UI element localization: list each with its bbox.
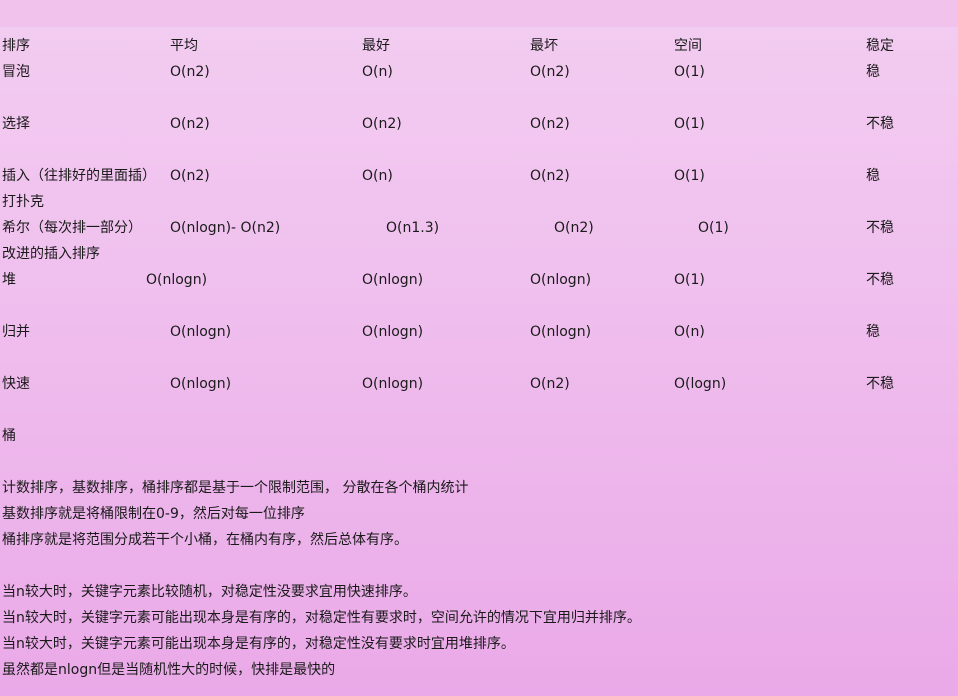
header-sort: 排序 (2, 38, 30, 54)
text-line: 计数排序，基数排序，桶排序都是基于一个限制范围， 分散在各个桶内统计 (2, 480, 469, 496)
row-worst: O(n2) (530, 64, 570, 80)
row-best: O(n) (362, 168, 393, 184)
row-worst: O(n2) (554, 220, 594, 236)
bucket-title: 桶 (2, 428, 16, 444)
row-name: 快速 (2, 376, 30, 392)
row-space: O(1) (674, 272, 705, 288)
row-worst: O(n2) (530, 116, 570, 132)
row-average: O(nlogn)- O(n2) (170, 220, 281, 236)
text-line: 虽然都是nlogn但是当随机性大的时候，快排是最快的 (2, 662, 336, 678)
header-average: 平均 (170, 38, 198, 54)
row-stable: 不稳 (866, 376, 894, 392)
header-space: 空间 (674, 38, 702, 54)
header-stable: 稳定 (866, 38, 894, 54)
row-note: 打扑克 (2, 194, 44, 210)
row-average: O(nlogn) (170, 376, 232, 392)
row-average: O(nlogn) (170, 324, 232, 340)
top-band (0, 0, 958, 27)
text-line: 当n较大时，关键字元素比较随机，对稳定性没要求宜用快速排序。 (2, 584, 417, 600)
row-name: 堆 (2, 272, 16, 288)
text-line: 当n较大时，关键字元素可能出现本身是有序的，对稳定性没有要求时宜用堆排序。 (2, 636, 515, 652)
row-worst: O(nlogn) (530, 324, 592, 340)
row-best: O(n1.3) (386, 220, 440, 236)
text-line: 基数排序就是将桶限制在0-9，然后对每一位排序 (2, 506, 305, 522)
row-best: O(nlogn) (362, 272, 424, 288)
row-average: O(n2) (170, 64, 210, 80)
row-stable: 稳 (866, 168, 880, 184)
row-worst: O(n2) (530, 168, 570, 184)
row-average: O(n2) (170, 116, 210, 132)
row-stable: 稳 (866, 64, 880, 80)
row-stable: 不稳 (866, 220, 894, 236)
row-stable: 稳 (866, 324, 880, 340)
row-average: O(nlogn) (146, 272, 208, 288)
header-best: 最好 (362, 38, 390, 54)
row-best: O(n2) (362, 116, 402, 132)
text-line: 当n较大时，关键字元素可能出现本身是有序的，对稳定性有要求时，空间允许的情况下宜… (2, 610, 641, 626)
row-worst: O(n2) (530, 376, 570, 392)
row-worst: O(nlogn) (530, 272, 592, 288)
row-name: 冒泡 (2, 64, 30, 80)
row-average: O(n2) (170, 168, 210, 184)
row-stable: 不稳 (866, 272, 894, 288)
row-name: 插入（往排好的里面插） (2, 168, 156, 184)
row-space: O(1) (698, 220, 729, 236)
row-name: 希尔（每次排一部分） (2, 220, 142, 236)
row-space: O(1) (674, 116, 705, 132)
row-space: O(logn) (674, 376, 727, 392)
row-best: O(n) (362, 64, 393, 80)
row-space: O(n) (674, 324, 705, 340)
row-name: 归并 (2, 324, 30, 340)
header-worst: 最坏 (530, 38, 558, 54)
row-space: O(1) (674, 168, 705, 184)
row-name: 选择 (2, 116, 30, 132)
row-best: O(nlogn) (362, 376, 424, 392)
text-line: 桶排序就是将范围分成若干个小桶，在桶内有序，然后总体有序。 (2, 532, 408, 548)
row-best: O(nlogn) (362, 324, 424, 340)
row-note: 改进的插入排序 (2, 246, 100, 262)
row-space: O(1) (674, 64, 705, 80)
row-stable: 不稳 (866, 116, 894, 132)
